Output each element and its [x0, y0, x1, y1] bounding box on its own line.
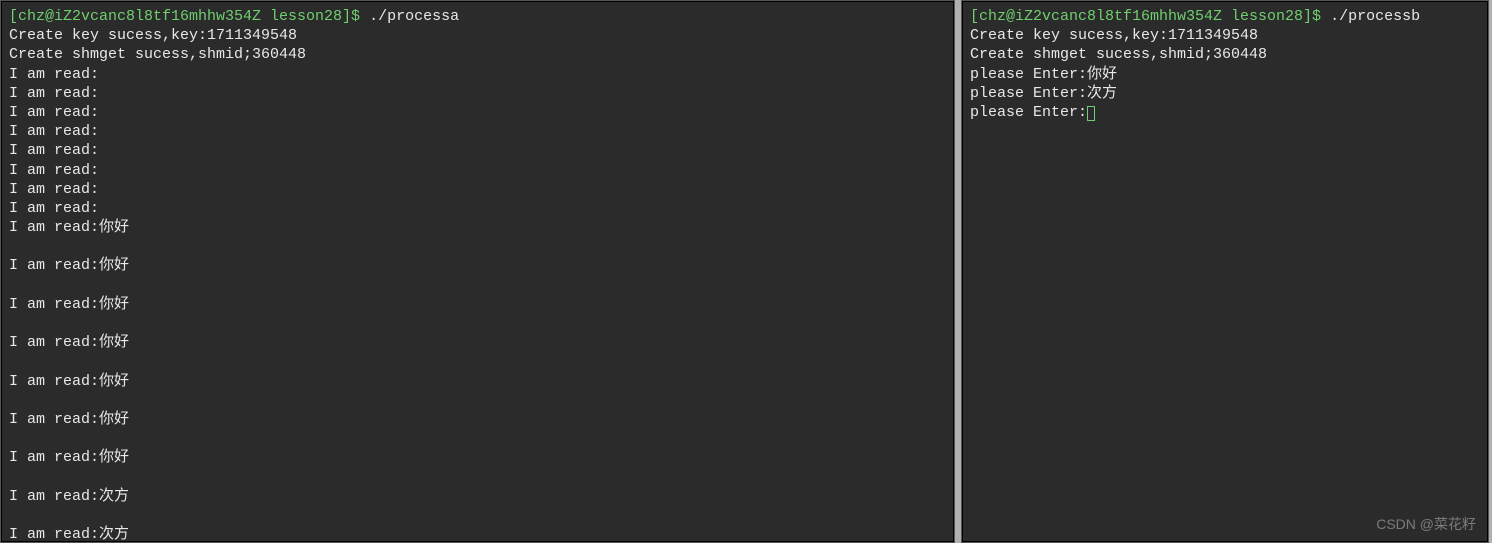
- output-line: [9, 468, 946, 487]
- output-line: I am read:: [9, 141, 946, 160]
- output-line: [9, 429, 946, 448]
- output-line: [9, 506, 946, 525]
- cursor-icon: [1087, 106, 1095, 121]
- output-line: I am read:: [9, 199, 946, 218]
- output-line: I am read:: [9, 180, 946, 199]
- output-line: I am read:你好: [9, 410, 946, 429]
- input-prompt-label: please Enter:: [970, 104, 1087, 121]
- output-line: I am read:: [9, 161, 946, 180]
- watermark-text: CSDN @菜花籽: [1376, 516, 1476, 534]
- terminal-right-pane[interactable]: [chz@iZ2vcanc8l8tf16mhhw354Z lesson28]$ …: [961, 0, 1489, 543]
- output-line: [9, 237, 946, 256]
- output-line: [9, 314, 946, 333]
- output-line: please Enter:你好: [970, 65, 1480, 84]
- output-line: Create shmget sucess,shmid;360448: [9, 45, 946, 64]
- output-line: I am read:你好: [9, 448, 946, 467]
- output-line: Create key sucess,key:1711349548: [9, 26, 946, 45]
- output-line: I am read:次方: [9, 525, 946, 543]
- output-line: I am read:你好: [9, 372, 946, 391]
- output-line: please Enter:次方: [970, 84, 1480, 103]
- output-line: I am read:: [9, 122, 946, 141]
- command-right: ./processb: [1330, 8, 1420, 25]
- output-line: [9, 391, 946, 410]
- shell-prompt-left: [chz@iZ2vcanc8l8tf16mhhw354Z lesson28]$: [9, 8, 369, 25]
- terminal-left-pane[interactable]: [chz@iZ2vcanc8l8tf16mhhw354Z lesson28]$ …: [0, 0, 955, 543]
- output-line: I am read:你好: [9, 333, 946, 352]
- output-line: I am read:你好: [9, 218, 946, 237]
- shell-prompt-right: [chz@iZ2vcanc8l8tf16mhhw354Z lesson28]$: [970, 8, 1330, 25]
- output-line: I am read:你好: [9, 295, 946, 314]
- prompt-line-right: [chz@iZ2vcanc8l8tf16mhhw354Z lesson28]$ …: [970, 7, 1480, 26]
- command-left: ./processa: [369, 8, 459, 25]
- output-line: I am read:: [9, 84, 946, 103]
- output-line: [9, 352, 946, 371]
- output-line: I am read:: [9, 65, 946, 84]
- output-line: I am read:: [9, 103, 946, 122]
- output-line: I am read:次方: [9, 487, 946, 506]
- output-line: Create key sucess,key:1711349548: [970, 26, 1480, 45]
- output-line: [9, 276, 946, 295]
- output-line: I am read:你好: [9, 256, 946, 275]
- output-line: Create shmget sucess,shmid;360448: [970, 45, 1480, 64]
- prompt-line-left: [chz@iZ2vcanc8l8tf16mhhw354Z lesson28]$ …: [9, 7, 946, 26]
- input-line[interactable]: please Enter:: [970, 103, 1480, 122]
